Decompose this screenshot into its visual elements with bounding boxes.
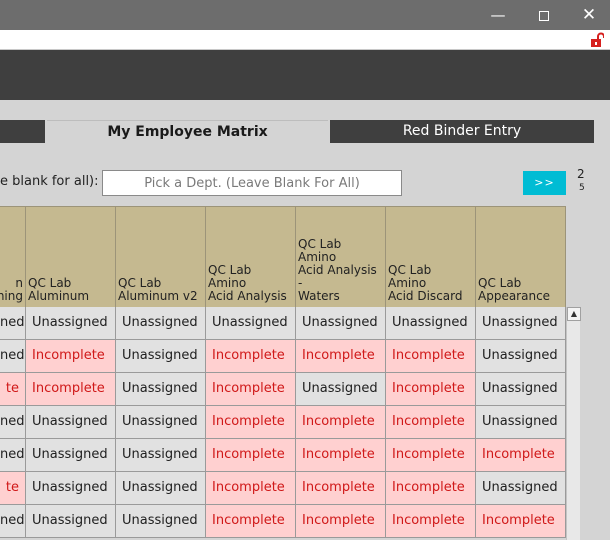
status-cell[interactable]: Incomplete bbox=[296, 439, 386, 472]
status-cell[interactable]: Incomplete bbox=[386, 373, 476, 406]
status-cell[interactable]: Unassigned bbox=[296, 373, 386, 406]
scroll-up-icon[interactable]: ▲ bbox=[567, 307, 581, 321]
tab-red-binder-entry[interactable]: Red Binder Entry bbox=[330, 120, 594, 143]
column-header-label: QC Lab Appearance bbox=[478, 276, 551, 303]
dept-filter-label: e blank for all): bbox=[0, 174, 99, 189]
status-cell[interactable]: Unassigned bbox=[476, 373, 566, 406]
status-cell[interactable]: Incomplete bbox=[206, 373, 296, 406]
vertical-scrollbar[interactable]: ▲ bbox=[566, 307, 581, 540]
status-cell[interactable]: Incomplete bbox=[386, 406, 476, 439]
status-cell[interactable]: Incomplete bbox=[386, 340, 476, 373]
column-header[interactable]: QC Lab Aluminum v2 bbox=[116, 206, 206, 307]
column-header[interactable]: QC Lab Aluminum bbox=[26, 206, 116, 307]
status-cell[interactable]: Unassigned bbox=[116, 505, 206, 538]
status-cell[interactable]: Unassigned bbox=[476, 307, 566, 340]
column-header[interactable]: QC Lab Appearance bbox=[476, 206, 566, 307]
status-cell[interactable]: te bbox=[0, 472, 26, 505]
status-cell[interactable]: ned bbox=[0, 505, 26, 538]
status-cell[interactable]: Incomplete bbox=[206, 406, 296, 439]
status-cell[interactable]: Unassigned bbox=[26, 307, 116, 340]
status-cell[interactable]: Incomplete bbox=[296, 340, 386, 373]
status-cell[interactable]: Unassigned bbox=[26, 406, 116, 439]
app-header bbox=[0, 50, 610, 100]
status-cell[interactable]: Incomplete bbox=[476, 439, 566, 472]
column-header-label: QC Lab Aluminum bbox=[28, 276, 90, 303]
status-cell[interactable]: ned bbox=[0, 439, 26, 472]
status-cell[interactable]: Unassigned bbox=[116, 307, 206, 340]
status-cell[interactable]: Incomplete bbox=[26, 340, 116, 373]
main-content: My Employee Matrix Red Binder Entry e bl… bbox=[0, 100, 610, 540]
column-header[interactable]: n ning bbox=[0, 206, 26, 307]
column-header[interactable]: QC Lab Amino Acid Analysis bbox=[206, 206, 296, 307]
address-bar[interactable] bbox=[0, 30, 610, 50]
maximize-button[interactable] bbox=[521, 0, 567, 30]
status-cell[interactable]: Incomplete bbox=[476, 505, 566, 538]
status-cell[interactable]: Unassigned bbox=[26, 505, 116, 538]
unlocked-lock-icon[interactable] bbox=[590, 32, 604, 48]
column-header[interactable]: QC Lab Amino Acid Discard bbox=[386, 206, 476, 307]
status-cell[interactable]: te bbox=[0, 373, 26, 406]
status-cell[interactable]: Unassigned bbox=[116, 406, 206, 439]
status-cell[interactable]: Unassigned bbox=[206, 307, 296, 340]
column-header-label: QC Lab Amino Acid Analysis bbox=[208, 263, 287, 303]
status-cell[interactable]: Incomplete bbox=[206, 439, 296, 472]
maximize-icon bbox=[539, 10, 549, 21]
status-cell[interactable]: Incomplete bbox=[206, 340, 296, 373]
page-indicator: 2 bbox=[577, 167, 585, 181]
status-cell[interactable]: Incomplete bbox=[386, 472, 476, 505]
column-header-label: QC Lab Amino Acid Analysis - Waters bbox=[298, 237, 377, 303]
status-cell[interactable]: Unassigned bbox=[476, 340, 566, 373]
status-cell[interactable]: Incomplete bbox=[26, 373, 116, 406]
status-cell[interactable]: Incomplete bbox=[296, 406, 386, 439]
window-titlebar: — ✕ bbox=[0, 0, 610, 30]
status-cell[interactable]: Unassigned bbox=[116, 373, 206, 406]
status-cell[interactable]: Incomplete bbox=[386, 439, 476, 472]
status-cell[interactable]: Unassigned bbox=[116, 439, 206, 472]
dept-input[interactable] bbox=[102, 170, 402, 196]
status-cell[interactable]: Incomplete bbox=[296, 505, 386, 538]
status-cell[interactable]: Unassigned bbox=[386, 307, 476, 340]
close-button[interactable]: ✕ bbox=[566, 0, 610, 30]
go-button[interactable]: >> bbox=[523, 171, 566, 195]
status-cell[interactable]: Unassigned bbox=[26, 472, 116, 505]
page-indicator-sub: 5 bbox=[579, 183, 585, 193]
status-cell[interactable]: Unassigned bbox=[476, 472, 566, 505]
column-header-label: n ning bbox=[0, 276, 23, 303]
column-header-label: QC Lab Aluminum v2 bbox=[118, 276, 198, 303]
status-cell[interactable]: Unassigned bbox=[296, 307, 386, 340]
column-header[interactable]: QC Lab Amino Acid Analysis - Waters bbox=[296, 206, 386, 307]
tab-my-employee-matrix[interactable]: My Employee Matrix bbox=[47, 120, 328, 143]
column-header-label: QC Lab Amino Acid Discard bbox=[388, 263, 463, 303]
status-cell[interactable]: Incomplete bbox=[206, 505, 296, 538]
status-cell[interactable]: ned bbox=[0, 307, 26, 340]
tab-previous[interactable] bbox=[0, 120, 45, 143]
status-cell[interactable]: ned bbox=[0, 406, 26, 439]
status-cell[interactable]: Incomplete bbox=[206, 472, 296, 505]
status-cell[interactable]: ned bbox=[0, 340, 26, 373]
status-cell[interactable]: Unassigned bbox=[116, 472, 206, 505]
employee-matrix-table: n ning QC Lab Aluminum QC Lab Aluminum v2 Q… bbox=[0, 206, 566, 540]
minimize-button[interactable]: — bbox=[475, 0, 521, 30]
status-cell[interactable]: Unassigned bbox=[116, 340, 206, 373]
status-cell[interactable]: Unassigned bbox=[476, 406, 566, 439]
status-cell[interactable]: Incomplete bbox=[386, 505, 476, 538]
status-cell[interactable]: Incomplete bbox=[296, 472, 386, 505]
status-cell[interactable]: Unassigned bbox=[26, 439, 116, 472]
